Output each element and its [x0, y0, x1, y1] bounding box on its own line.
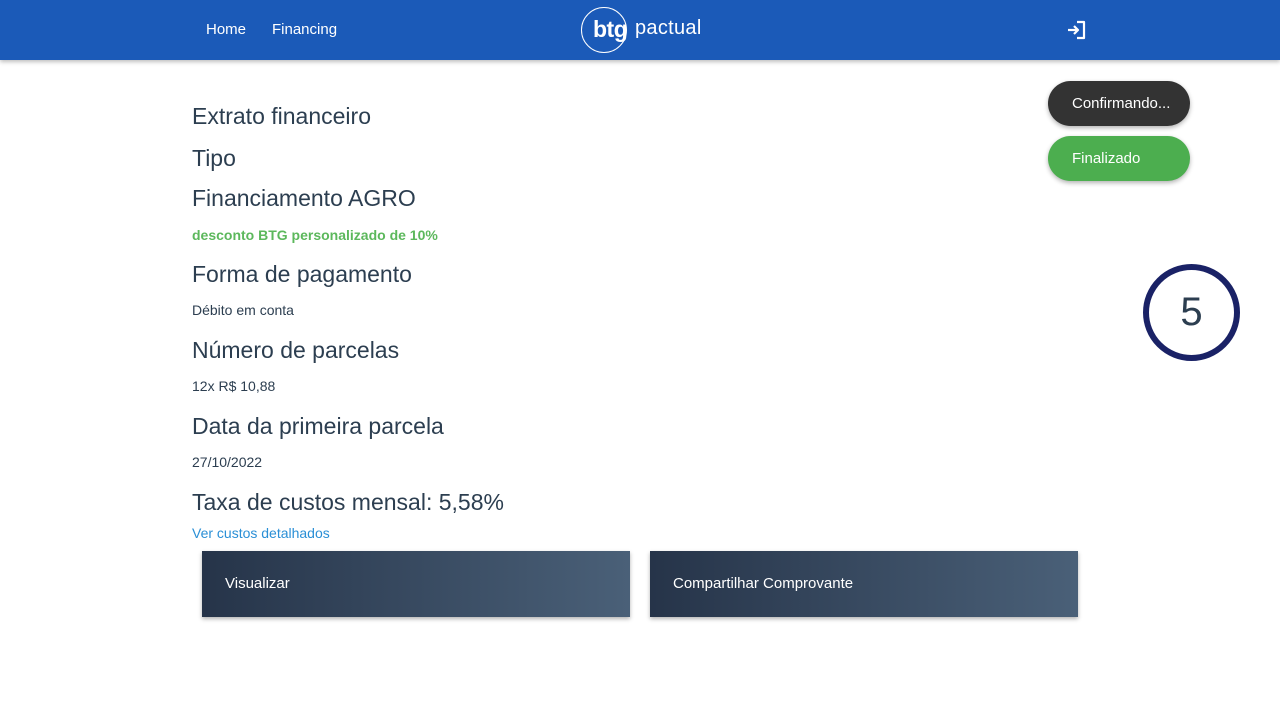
btg-pactual-logo[interactable]: btg pactual: [581, 7, 703, 53]
type-value: Financiamento AGRO: [192, 185, 416, 211]
nav-home-link[interactable]: Home: [206, 21, 246, 38]
type-label: Tipo: [192, 145, 236, 171]
confirming-status-pill: Confirmando...: [1048, 81, 1190, 126]
nav-financing-link[interactable]: Financing: [272, 21, 337, 38]
view-button[interactable]: Visualizar: [202, 551, 630, 617]
first-date-value: 27/10/2022: [192, 454, 263, 470]
finished-status-pill: Finalizado: [1048, 136, 1190, 181]
installments-value: 12x R$ 10,88: [192, 378, 276, 394]
detailed-costs-link[interactable]: Ver custos detalhados: [192, 525, 330, 541]
discount-text: desconto BTG personalizado de 10%: [192, 227, 438, 243]
payment-value: Débito em conta: [192, 302, 294, 318]
payment-label: Forma de pagamento: [192, 261, 412, 287]
view-button-label: Visualizar: [225, 575, 290, 592]
share-receipt-button[interactable]: Compartilhar Comprovante: [650, 551, 1078, 617]
logout-icon[interactable]: [1065, 19, 1087, 41]
top-navbar: Home Financing btg pactual: [0, 0, 1280, 60]
installments-label: Número de parcelas: [192, 337, 400, 363]
share-button-label: Compartilhar Comprovante: [673, 575, 854, 592]
page-title: Extrato financeiro: [192, 103, 371, 129]
monthly-rate: Taxa de custos mensal: 5,58%: [192, 489, 504, 515]
logo-btg-text: btg: [593, 16, 628, 42]
first-date-label: Data da primeira parcela: [192, 413, 444, 439]
step-number-badge: 5: [1143, 264, 1240, 361]
logo-pactual-text: pactual: [635, 17, 702, 39]
